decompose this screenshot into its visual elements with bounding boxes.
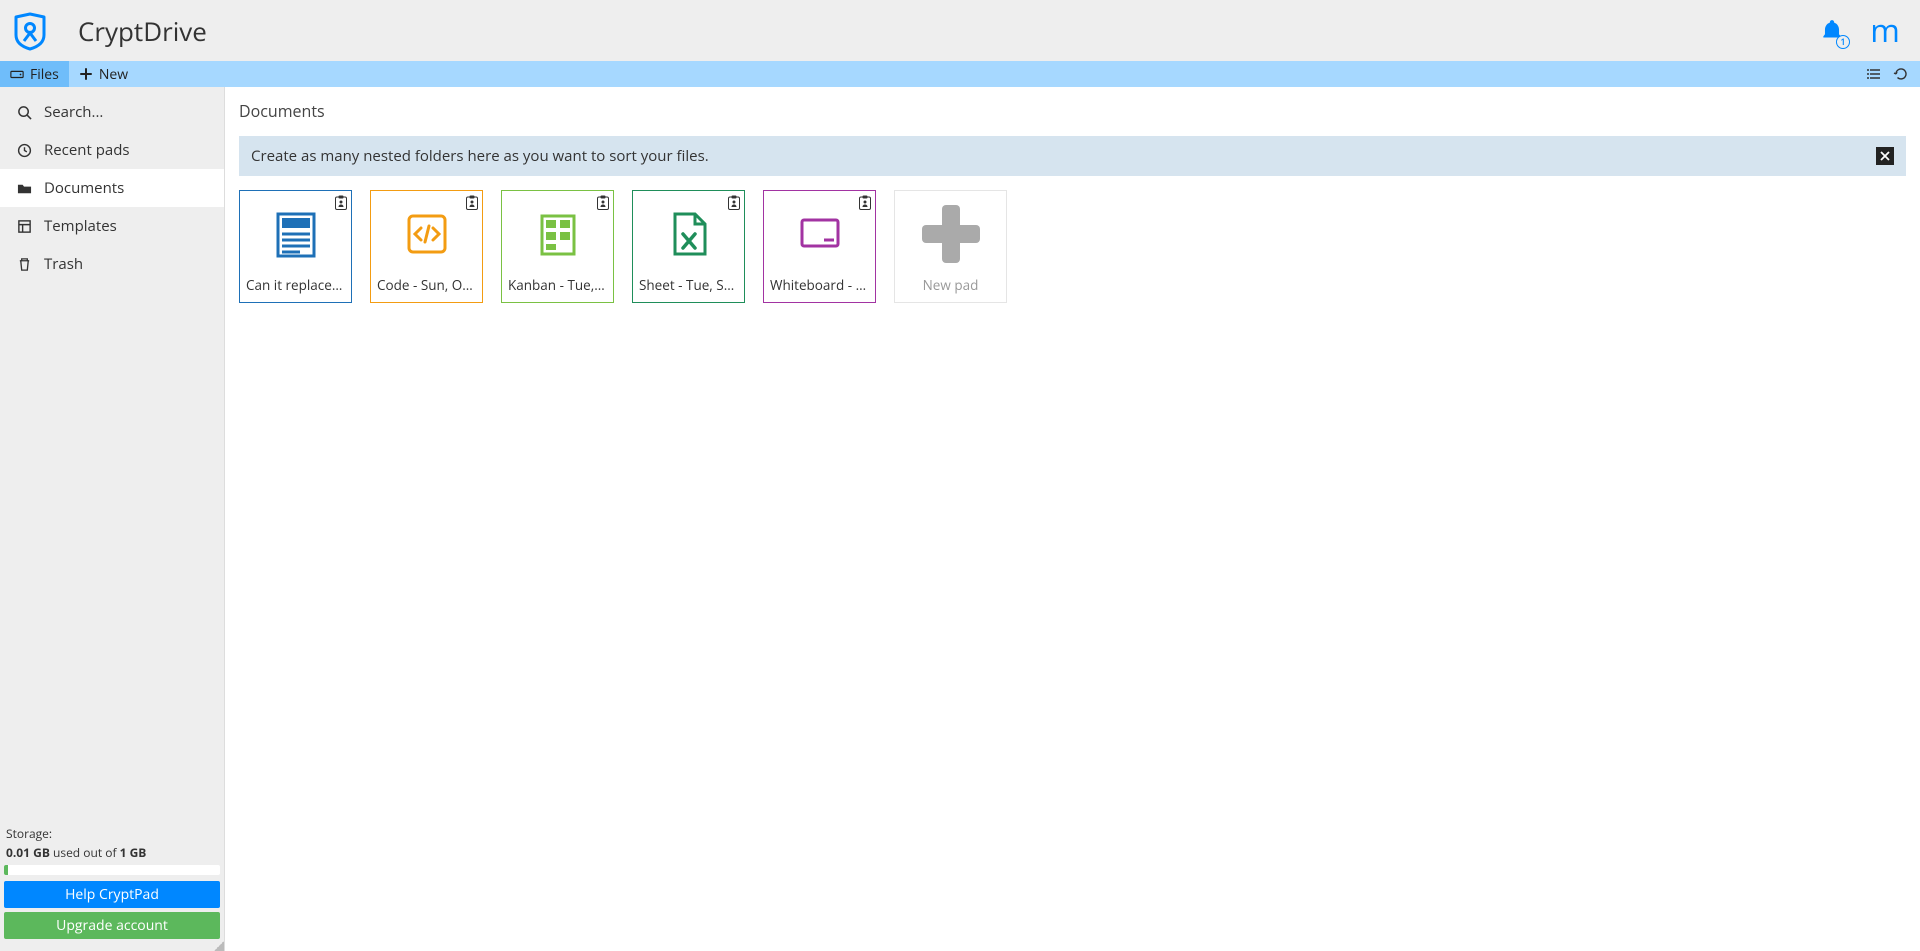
file-name: Kanban - Tue, November… (502, 270, 613, 302)
templates-icon (16, 218, 32, 234)
top-bar: CryptDrive 1 m (0, 0, 1920, 61)
hint-bar: Create as many nested folders here as yo… (239, 136, 1906, 176)
upgrade-button[interactable]: Upgrade account (4, 912, 220, 939)
hdd-icon (10, 67, 24, 81)
clock-icon (16, 142, 32, 158)
notification-count-badge: 1 (1836, 35, 1850, 49)
file-tile-sheet[interactable]: Sheet - Tue, September… (632, 190, 745, 303)
history-button[interactable] (1892, 65, 1910, 83)
sidebar-item-label: Trash (44, 254, 83, 274)
owner-badge-icon (335, 195, 347, 210)
owner-badge-icon (597, 195, 609, 210)
file-name: Sheet - Tue, September… (633, 270, 744, 302)
sidebar-item-label: Recent pads (44, 140, 130, 160)
file-grid: Can it replace Google Docs Code - Sun, Oc… (225, 190, 1920, 323)
main-area: Documents Create as many nested folders … (225, 87, 1920, 951)
sidebar-item-recent[interactable]: Recent pads (0, 131, 224, 169)
sidebar: Search... Recent pads Documents Template… (0, 87, 225, 951)
new-pad-label: New pad (895, 270, 1006, 302)
storage-panel: Storage: 0.01 GB used out of 1 GB Help C… (0, 821, 224, 951)
help-button[interactable]: Help CryptPad (4, 881, 220, 908)
trash-icon (16, 256, 32, 272)
storage-joiner: used out of (50, 844, 120, 861)
sidebar-resizer[interactable] (220, 87, 224, 951)
sidebar-item-label: Search... (44, 102, 103, 122)
file-name: Code - Sun, October… (371, 270, 482, 302)
history-icon (1893, 66, 1909, 82)
sheet-icon (663, 191, 715, 270)
plus-icon (79, 67, 93, 81)
breadcrumb: Documents (225, 87, 1920, 132)
new-button-label: New (99, 65, 128, 84)
sidebar-item-label: Templates (44, 216, 117, 236)
toolbar: Files New (0, 61, 1920, 87)
code-icon (401, 191, 453, 270)
kanban-icon (532, 191, 584, 270)
files-tab[interactable]: Files (0, 61, 69, 87)
storage-fill (4, 865, 8, 875)
app-title: CryptDrive (78, 13, 207, 49)
hint-close-button[interactable] (1876, 147, 1894, 165)
list-view-button[interactable] (1866, 65, 1884, 83)
list-icon (1867, 66, 1883, 82)
storage-usage: 0.01 GB used out of 1 GB (4, 842, 220, 865)
folder-icon (16, 180, 32, 196)
owner-badge-icon (859, 195, 871, 210)
sidebar-item-templates[interactable]: Templates (0, 207, 224, 245)
new-button[interactable]: New (69, 61, 138, 87)
storage-total: 1 GB (120, 844, 147, 861)
search-icon (16, 104, 32, 120)
file-tile-code[interactable]: Code - Sun, October… (370, 190, 483, 303)
storage-bar (4, 865, 220, 875)
owner-badge-icon (466, 195, 478, 210)
sidebar-item-label: Documents (44, 178, 124, 198)
file-name: Can it replace Google Docs (240, 270, 351, 302)
file-name: Whiteboard - Tue, … (764, 270, 875, 302)
notifications-button[interactable]: 1 (1816, 15, 1848, 47)
hint-text: Create as many nested folders here as yo… (251, 146, 709, 166)
sidebar-list: Search... Recent pads Documents Template… (0, 87, 224, 821)
new-pad-tile[interactable]: New pad (894, 190, 1007, 303)
file-tile-kanban[interactable]: Kanban - Tue, November… (501, 190, 614, 303)
sidebar-item-trash[interactable]: Trash (0, 245, 224, 283)
pad-icon (270, 191, 322, 270)
user-menu[interactable]: m (1868, 14, 1902, 48)
close-icon (1880, 151, 1890, 161)
whiteboard-icon (794, 191, 846, 270)
avatar-letter: m (1870, 9, 1900, 52)
storage-used: 0.01 GB (6, 844, 50, 861)
storage-label: Storage: (4, 825, 220, 842)
sidebar-item-documents[interactable]: Documents (0, 169, 224, 207)
files-tab-label: Files (30, 65, 59, 84)
file-tile-whiteboard[interactable]: Whiteboard - Tue, … (763, 190, 876, 303)
cryptpad-logo-icon (10, 11, 50, 51)
file-tile-pad[interactable]: Can it replace Google Docs (239, 190, 352, 303)
owner-badge-icon (728, 195, 740, 210)
plus-icon (922, 191, 980, 270)
sidebar-item-search[interactable]: Search... (0, 93, 224, 131)
logo[interactable]: CryptDrive (10, 11, 207, 51)
